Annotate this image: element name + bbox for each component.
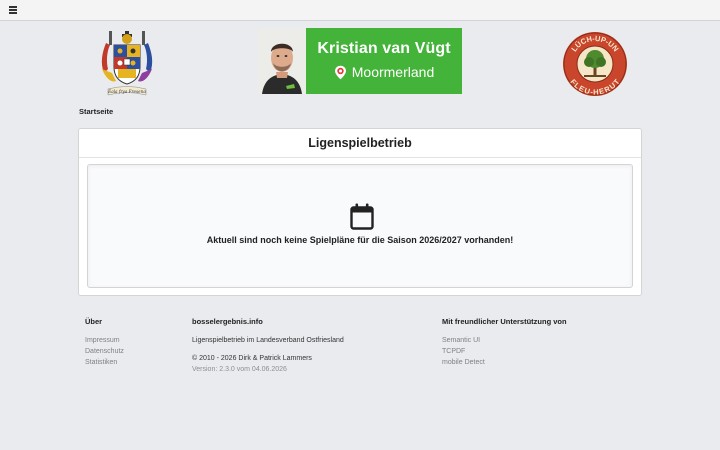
footer-link-semantic-ui[interactable]: Semantic UI — [442, 335, 567, 346]
calendar-icon — [350, 203, 374, 230]
footer-site-title: bosselergebnis.info — [192, 317, 263, 326]
empty-state-message: Aktuell sind noch keine Spielpläne für d… — [206, 235, 514, 245]
sponsor-banner[interactable]: Kristian van Vügt Moormerland — [258, 28, 462, 94]
banner-location-text: Moormerland — [351, 64, 435, 80]
breadcrumb-home[interactable]: Startseite — [79, 107, 113, 116]
footer-link-datenschutz[interactable]: Datenschutz — [85, 346, 124, 357]
footer-link-statistiken[interactable]: Statistiken — [85, 357, 124, 368]
banner-location: Moormerland — [334, 64, 434, 80]
location-pin-icon — [334, 65, 346, 79]
banner-text-panel: Kristian van Vügt Moormerland — [306, 28, 462, 94]
footer-site: bosselergebnis.info Ligenspielbetrieb im… — [192, 317, 344, 375]
hamburger-menu-icon[interactable] — [9, 6, 17, 14]
league-card: Ligenspielbetrieb Aktuell sind noch kein… — [78, 128, 642, 296]
footer-copyright: © 2010 - 2026 Dirk & Patrick Lammers — [192, 355, 312, 362]
footer-site-description: Ligenspielbetrieb im Landesverband Ostfr… — [192, 337, 344, 344]
footer-support: Mit freundlicher Unterstützung von Seman… — [442, 317, 567, 368]
top-bar — [0, 0, 720, 21]
banner-name: Kristian van Vügt — [317, 40, 451, 57]
crest-motto: Eala frya Fresena — [107, 89, 146, 94]
footer-version: Version: 2.3.0 vom 04.06.2026 — [192, 366, 287, 373]
empty-state-placeholder: Aktuell sind noch keine Spielpläne für d… — [87, 164, 633, 288]
footer-about-title: Über — [85, 317, 103, 326]
coat-of-arms-logo: Eala frya Fresena — [101, 31, 153, 96]
footer-link-impressum[interactable]: Impressum — [85, 335, 124, 346]
footer-support-title: Mit freundlicher Unterstützung von — [442, 317, 567, 326]
footer-link-mobile-detect[interactable]: mobile Detect — [442, 357, 567, 368]
page-title: Ligenspielbetrieb — [79, 129, 641, 158]
footer-about: Über Impressum Datenschutz Statistiken — [85, 317, 124, 368]
footer-link-tcpdf[interactable]: TCPDF — [442, 346, 567, 357]
club-seal-logo: LÜCH-UP-UN FLEU-HERUT — [563, 32, 627, 97]
candidate-photo — [258, 28, 306, 94]
